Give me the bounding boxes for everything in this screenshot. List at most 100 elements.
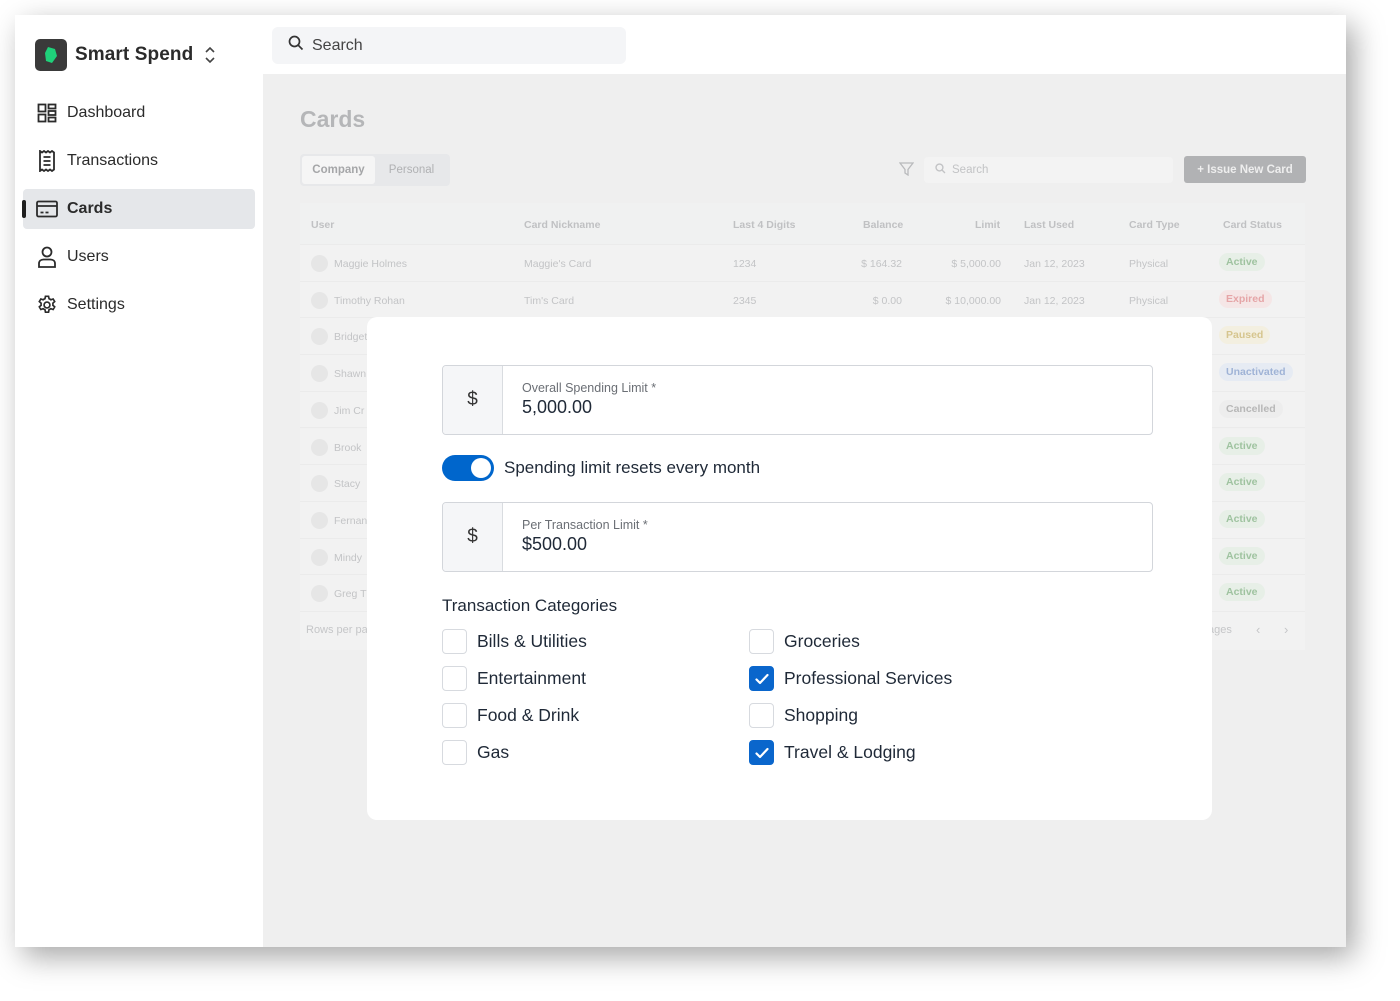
avatar [311,511,328,529]
sidebar-item-dashboard[interactable]: Dashboard [23,93,255,133]
avatar [311,255,328,272]
column-header-last4[interactable]: Last 4 Digits [733,219,795,231]
sidebar-item-label: Users [67,248,109,265]
card-scope-tabs: Company Personal [300,154,450,186]
category-checkbox[interactable] [442,629,467,654]
avatar [311,328,328,346]
app-logo [35,39,67,71]
cell-user: Brook [334,441,362,454]
sidebar-item-users[interactable]: Users [23,237,255,277]
table-search-placeholder: Search [952,164,989,176]
per-transaction-limit-label: Per Transaction Limit * [522,518,648,532]
avatar [311,475,328,493]
global-search-input[interactable] [312,36,612,55]
sidebar-item-label: Cards [67,200,113,217]
table-row[interactable]: Maggie Holmes Maggie's Card 1234 $ 164.32 $ … [300,245,1305,282]
cell-user: Maggie Holmes [334,258,407,270]
cell-last-used: Jan 12, 2023 [1024,294,1085,307]
overall-spending-limit-input[interactable]: 5,000.00 [522,397,656,418]
category-checkbox[interactable] [749,666,774,691]
app-window: Smart Spend Dashboard Transactions Cards… [15,15,1346,947]
category-checkbox[interactable] [442,666,467,691]
column-header-card-status[interactable]: Card Status [1223,219,1282,231]
category-checkbox[interactable] [442,703,467,728]
cell-user: Timothy Rohan [334,294,405,307]
cell-nickname: Maggie's Card [524,258,592,270]
transaction-categories-title: Transaction Categories [442,596,618,615]
category-checkbox[interactable] [749,629,774,654]
chevron-right-icon[interactable]: › [1284,622,1288,637]
category-option[interactable]: Food & Drink [442,703,579,728]
per-transaction-limit-input[interactable]: $500.00 [522,534,648,555]
category-option[interactable]: Shopping [749,703,858,728]
overall-spending-limit-label: Overall Spending Limit * [522,381,657,395]
avatar [311,585,328,603]
checkmark-icon [754,673,769,684]
category-option[interactable]: Entertainment [442,666,586,691]
sidebar-nav: Dashboard Transactions Cards Users Setti… [22,93,255,333]
cell-user: Stacy [334,478,361,491]
cell-user: Greg T [334,588,367,601]
status-badge: Expired [1219,289,1272,308]
chevron-up-down-icon [203,45,217,65]
status-badge: Active [1219,509,1265,528]
reset-monthly-toggle[interactable] [442,455,494,481]
column-header-balance[interactable]: Balance [863,219,903,231]
category-checkbox[interactable] [749,740,774,765]
rows-per-page-label: Rows per pa [306,624,368,636]
category-option[interactable]: Travel & Lodging [749,740,916,765]
column-header-nickname[interactable]: Card Nickname [524,219,600,231]
cell-balance: $ 0.00 [872,294,902,307]
currency-prefix: $ [443,503,503,571]
category-label: Professional Services [784,668,953,688]
status-badge: Active [1219,583,1265,602]
card-limits-modal: $ Overall Spending Limit * 5,000.00 Spen… [367,317,1212,820]
column-header-last-used[interactable]: Last Used [1024,219,1074,231]
issue-new-card-button[interactable]: + Issue New Card [1184,156,1306,183]
category-option[interactable]: Professional Services [749,666,952,691]
category-option[interactable]: Groceries [749,629,860,654]
column-header-card-type[interactable]: Card Type [1129,219,1180,231]
filter-icon[interactable] [898,162,915,181]
gear-icon [36,294,58,316]
sidebar-item-settings[interactable]: Settings [23,285,255,325]
category-label: Groceries [784,631,860,651]
status-badge: Active [1219,546,1265,565]
status-badge: Paused [1219,326,1271,345]
sidebar: Smart Spend Dashboard Transactions Cards… [15,15,263,947]
app-name: Smart Spend [75,44,194,65]
cell-nickname: Tim's Card [524,294,575,307]
table-row[interactable]: Timothy Rohan Tim's Card 2345 $ 0.00 $ 10,00… [300,281,1305,319]
avatar [311,401,328,419]
table-search[interactable]: Search [924,157,1173,183]
category-checkbox[interactable] [442,740,467,765]
workspace-switcher[interactable]: Smart Spend [35,39,217,71]
search-icon [935,161,946,179]
tab-personal[interactable]: Personal [375,156,448,184]
dashboard-icon [36,102,58,124]
sidebar-item-transactions[interactable]: Transactions [23,141,255,181]
category-label: Gas [477,742,510,762]
tab-company[interactable]: Company [302,156,375,184]
category-checkbox[interactable] [749,703,774,728]
avatar [311,365,328,383]
status-badge: Active [1219,253,1265,271]
checkmark-icon [754,747,769,758]
column-header-user[interactable]: User [311,219,334,231]
category-option[interactable]: Gas [442,740,509,765]
global-search[interactable] [272,27,626,64]
category-option[interactable]: Bills & Utilities [442,629,587,654]
category-label: Bills & Utilities [477,631,587,651]
cell-last-used: Jan 12, 2023 [1024,258,1085,270]
cell-type: Physical [1129,258,1169,270]
sidebar-item-label: Settings [67,296,125,313]
overall-spending-limit-field[interactable]: $ Overall Spending Limit * 5,000.00 [442,365,1153,435]
per-transaction-limit-field[interactable]: $ Per Transaction Limit * $500.00 [442,502,1153,572]
sidebar-item-cards[interactable]: Cards [22,189,255,229]
column-header-limit[interactable]: Limit [975,219,1000,231]
cell-user: Mindy [334,551,363,564]
cell-type: Physical [1129,294,1169,307]
chevron-left-icon[interactable]: ‹ [1256,622,1260,637]
cell-user: Fernan [334,514,368,527]
status-badge: Active [1219,436,1265,455]
